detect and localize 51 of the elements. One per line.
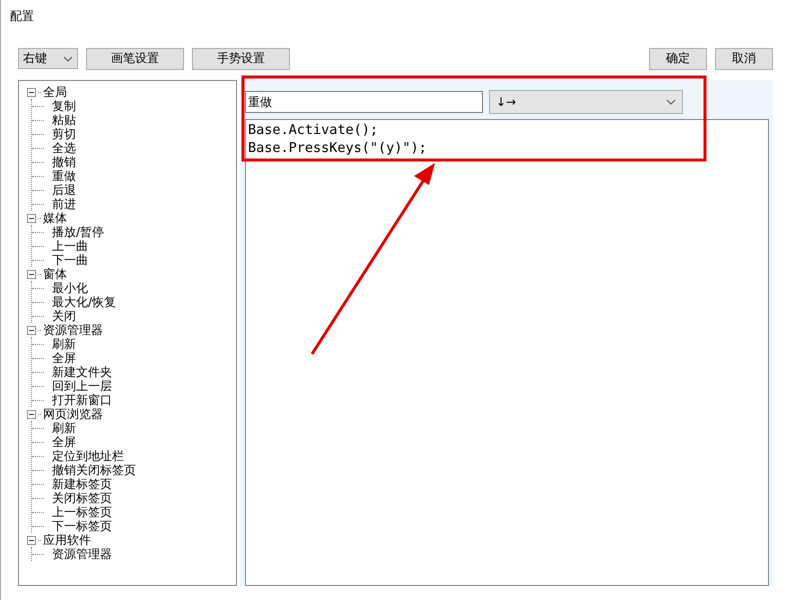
tree-item[interactable]: 下一标签页	[52, 518, 112, 534]
collapse-icon[interactable]	[27, 536, 36, 544]
collapse-icon[interactable]	[27, 270, 36, 278]
tree-item[interactable]: 全屏	[52, 350, 76, 366]
tree-item[interactable]: 粘贴	[52, 112, 76, 128]
tree-item[interactable]: 下一曲	[52, 252, 88, 268]
tree-item[interactable]: 网页浏览器	[43, 406, 103, 422]
tree-item[interactable]: 前进	[52, 196, 76, 212]
tree-item[interactable]: 复制	[52, 98, 76, 114]
tree-item[interactable]: 刷新	[52, 420, 76, 436]
chevron-icon	[63, 56, 73, 62]
tree-item[interactable]: 应用软件	[43, 532, 91, 548]
tree-item[interactable]: 资源管理器	[52, 546, 112, 562]
tree-item[interactable]: 撤销关闭标签页	[52, 462, 136, 478]
mode-dropdown[interactable]: 右键	[18, 48, 78, 69]
tree-item[interactable]: 关闭	[52, 308, 76, 324]
code-editor[interactable]: Base.Activate(); Base.PressKeys("(y)");	[245, 119, 769, 586]
dialog-button[interactable]: 确定	[649, 48, 707, 70]
tree-item[interactable]: 撤销	[52, 154, 76, 170]
tree-item[interactable]: 打开新窗口	[52, 392, 112, 408]
chevron-icon	[666, 99, 676, 105]
tree-item[interactable]: 全选	[52, 140, 76, 156]
settings-button[interactable]: 画笔设置	[86, 48, 184, 70]
tree-item[interactable]: 播放/暂停	[52, 224, 104, 240]
tree-item[interactable]: 媒体	[43, 210, 67, 226]
tree-item[interactable]: 窗体	[43, 266, 67, 282]
tree-item[interactable]: 全局	[43, 84, 67, 100]
tree-item[interactable]: 重做	[52, 168, 76, 184]
tree-item[interactable]: 最大化/恢复	[52, 294, 116, 310]
tree-item[interactable]: 剪切	[52, 126, 76, 142]
name-field[interactable]: 重做	[245, 91, 483, 113]
tree-item[interactable]: 上一曲	[52, 238, 88, 254]
collapse-icon[interactable]	[27, 410, 36, 418]
gesture-dropdown[interactable]: ↓→	[489, 90, 683, 114]
settings-button[interactable]: 手势设置	[192, 48, 290, 70]
tree-item[interactable]: 后退	[52, 182, 76, 198]
collapse-icon[interactable]	[27, 214, 36, 222]
collapse-icon[interactable]	[27, 326, 36, 334]
tree-item[interactable]: 最小化	[52, 280, 88, 296]
tree-item[interactable]: 刷新	[52, 336, 76, 352]
tree-item[interactable]: 上一标签页	[52, 504, 112, 520]
tree-item[interactable]: 新建文件夹	[52, 364, 112, 380]
window-title: 配置	[9, 8, 35, 25]
tree-item[interactable]: 回到上一层	[52, 378, 112, 394]
collapse-icon[interactable]	[27, 88, 36, 96]
tree-item[interactable]: 定位到地址栏	[52, 448, 124, 464]
tree-item[interactable]: 关闭标签页	[52, 490, 112, 506]
tree-item[interactable]: 资源管理器	[43, 322, 103, 338]
tree-item[interactable]: 全屏	[52, 434, 76, 450]
tree-item[interactable]: 新建标签页	[52, 476, 112, 492]
dialog-button[interactable]: 取消	[715, 48, 773, 70]
